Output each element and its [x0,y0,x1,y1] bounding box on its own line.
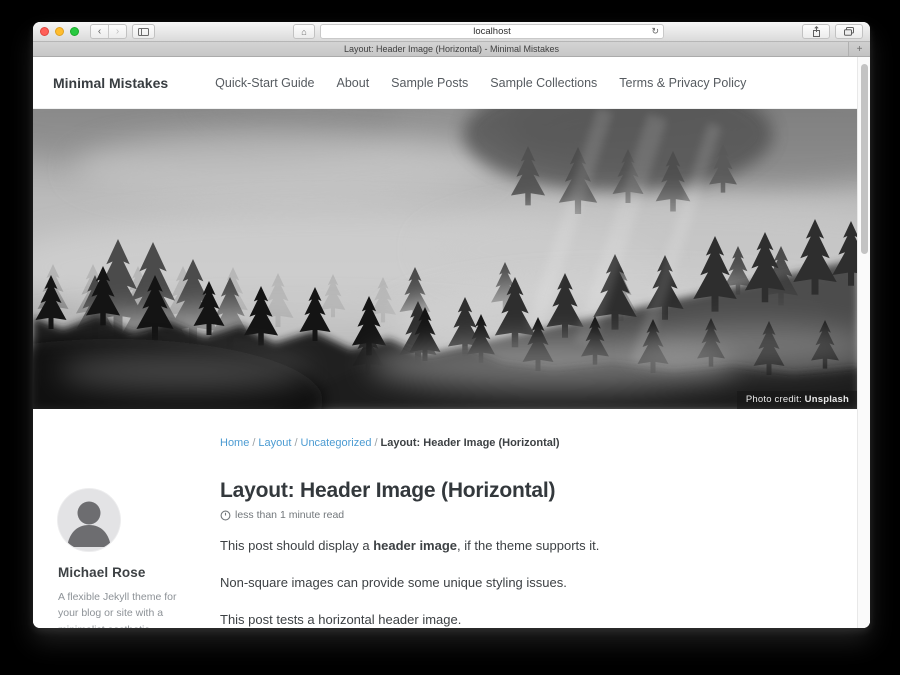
photo-credit-prefix: Photo credit: [746,394,805,405]
paragraph-1-text-after: , if the theme supports it. [457,538,599,553]
url-text: localhost [473,26,511,37]
avatar [58,489,120,551]
header-image: Photo credit: Unsplash [33,109,858,409]
active-tab[interactable]: Layout: Header Image (Horizontal) - Mini… [344,44,559,54]
paragraph-1-bold: header image [373,538,457,553]
nav-link-about[interactable]: About [337,76,370,90]
window-controls [40,27,79,36]
author-bio-line: your blog or site with a [58,605,210,621]
author-bio-line: A flexible Jekyll theme for [58,589,210,605]
nav-link-terms-privacy[interactable]: Terms & Privacy Policy [619,76,746,90]
nav-link-sample-posts[interactable]: Sample Posts [391,76,468,90]
new-tab-button[interactable]: + [848,42,870,56]
breadcrumb-link-home[interactable]: Home [220,437,249,449]
foggy-forest-illustration [33,109,858,409]
clock-icon [220,510,231,521]
back-button[interactable]: ‹ [91,25,108,38]
close-window-button[interactable] [40,27,49,36]
home-icon: ⌂ [301,27,306,37]
address-bar[interactable]: localhost ↻ [320,24,664,39]
browser-window: ‹ › ⌂ localhost ↻ [33,22,870,628]
zoom-window-button[interactable] [70,27,79,36]
share-icon [812,26,821,37]
tab-bar: Layout: Header Image (Horizontal) - Mini… [33,42,870,57]
page-title: Layout: Header Image (Horizontal) [220,479,808,503]
masthead: Minimal Mistakes Quick-Start Guide About… [33,57,858,109]
site-nav: Quick-Start Guide About Sample Posts Sam… [215,76,746,90]
breadcrumb: Home/Layout/Uncategorized/Layout: Header… [220,437,808,449]
paragraph-1: This post should display a header image,… [220,537,808,555]
author-name: Michael Rose [58,565,210,580]
scrollbar-thumb[interactable] [861,64,868,254]
site-title-link[interactable]: Minimal Mistakes [53,75,168,91]
avatar-silhouette-icon [58,489,120,551]
forward-button[interactable]: › [108,25,126,38]
paragraph-2: Non-square images can provide some uniqu… [220,574,808,592]
history-nav: ‹ › [90,24,127,39]
paragraph-1-text: This post should display a [220,538,373,553]
breadcrumb-link-uncategorized[interactable]: Uncategorized [301,437,372,449]
tab-overview-icon [844,27,854,36]
share-button[interactable] [802,24,830,39]
read-time: less than 1 minute read [220,509,808,521]
nav-link-quick-start-guide[interactable]: Quick-Start Guide [215,76,314,90]
tab-overview-button[interactable] [835,24,863,39]
breadcrumb-separator: / [252,437,255,449]
minimize-window-button[interactable] [55,27,64,36]
photo-credit: Photo credit: Unsplash [737,391,858,409]
sidebar-toggle-button[interactable] [132,24,155,39]
read-time-text: less than 1 minute read [235,509,344,521]
article-layout: Michael Rose A flexible Jekyll theme for… [33,409,858,628]
browser-toolbar: ‹ › ⌂ localhost ↻ [33,22,870,42]
author-sidebar: Michael Rose A flexible Jekyll theme for… [33,437,220,628]
paragraph-3: This post tests a horizontal header imag… [220,611,808,628]
reload-button[interactable]: ↻ [651,25,659,38]
author-bio: A flexible Jekyll theme for your blog or… [58,589,210,628]
photo-credit-source: Unsplash [805,394,849,405]
breadcrumb-current: Layout: Header Image (Horizontal) [381,437,560,449]
page-viewport: Minimal Mistakes Quick-Start Guide About… [33,57,870,628]
sidebar-icon [138,28,149,36]
article-main: Home/Layout/Uncategorized/Layout: Header… [220,437,858,628]
breadcrumb-separator: / [374,437,377,449]
breadcrumb-link-layout[interactable]: Layout [258,437,291,449]
breadcrumb-separator: / [294,437,297,449]
nav-link-sample-collections[interactable]: Sample Collections [490,76,597,90]
home-button[interactable]: ⌂ [293,24,315,39]
scrollbar[interactable] [857,57,870,628]
author-bio-line: minimalist aesthetic. [58,622,210,628]
